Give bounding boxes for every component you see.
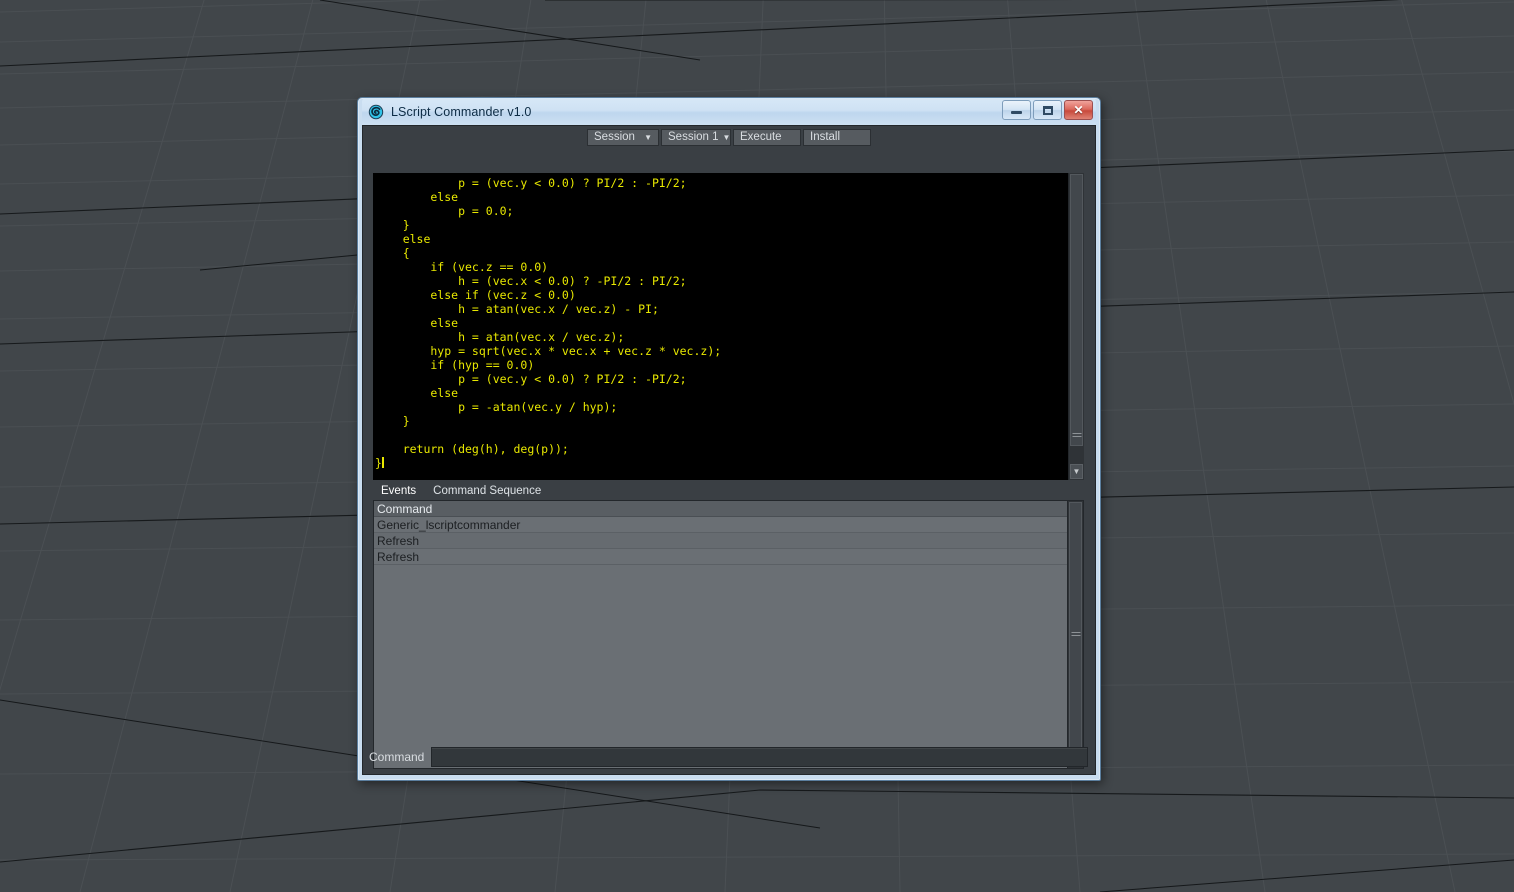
window-title: LScript Commander v1.0 [391,104,532,119]
session-select-dropdown[interactable]: Session 1 ▼ [661,129,731,146]
panel-tabs: Events Command Sequence [373,483,1084,501]
list-item[interactable]: Refresh [374,533,1067,549]
list-item[interactable]: Refresh [374,549,1067,565]
toolbar: Session ▼ Session 1 ▼ Execute Install [363,126,1095,147]
tab-command-sequence[interactable]: Command Sequence [425,483,551,501]
events-list-body[interactable]: Command Generic_lscriptcommander Refresh… [374,501,1067,768]
script-editor: p = (vec.y < 0.0) ? PI/2 : -PI/2; else p… [373,173,1084,480]
editor-scroll-down-button[interactable]: ▼ [1070,464,1083,479]
command-input[interactable] [431,747,1088,767]
list-scrollbar-thumb[interactable] [1069,502,1082,767]
window-titlebar[interactable]: LScript Commander v1.0 ✕ [362,98,1096,125]
session-menu-label: Session [594,130,635,143]
list-vertical-scrollbar[interactable] [1067,501,1083,768]
window-client-area: Session ▼ Session 1 ▼ Execute Install p … [362,125,1096,775]
code-content: p = (vec.y < 0.0) ? PI/2 : -PI/2; else p… [375,176,722,470]
lscript-commander-window: LScript Commander v1.0 ✕ Session ▼ Sessi… [357,97,1101,781]
chevron-down-icon: ▼ [644,132,652,142]
close-icon: ✕ [1073,103,1084,117]
close-button[interactable]: ✕ [1064,100,1093,120]
lightwave-spiral-icon [368,104,384,119]
grip-lines-icon [1071,631,1080,638]
chevron-down-icon: ▼ [722,132,731,142]
maximize-button[interactable] [1033,100,1062,120]
editor-vertical-scrollbar[interactable]: ▼ [1068,173,1084,480]
maximize-icon [1042,105,1053,115]
window-controls: ✕ [1002,100,1093,120]
execute-button[interactable]: Execute [733,129,801,146]
minimize-button[interactable] [1002,100,1031,120]
minimize-icon [1011,111,1022,114]
tab-events-label: Events [381,484,417,497]
install-button[interactable]: Install [803,129,871,146]
command-label: Command [369,750,425,764]
list-item[interactable]: Generic_lscriptcommander [374,517,1067,533]
script-editor-text[interactable]: p = (vec.y < 0.0) ? PI/2 : -PI/2; else p… [373,173,1068,480]
tab-events[interactable]: Events [373,483,426,500]
tab-command-sequence-label: Command Sequence [433,484,542,497]
grip-lines-icon [1072,433,1081,439]
list-column-header[interactable]: Command [374,501,1067,517]
editor-scrollbar-thumb[interactable] [1070,174,1083,446]
session-select-value: Session 1 [668,130,719,143]
text-cursor [381,457,384,468]
events-list: Command Generic_lscriptcommander Refresh… [373,500,1084,769]
session-menu-button[interactable]: Session ▼ [587,129,659,146]
command-bar: Command [369,746,1088,768]
